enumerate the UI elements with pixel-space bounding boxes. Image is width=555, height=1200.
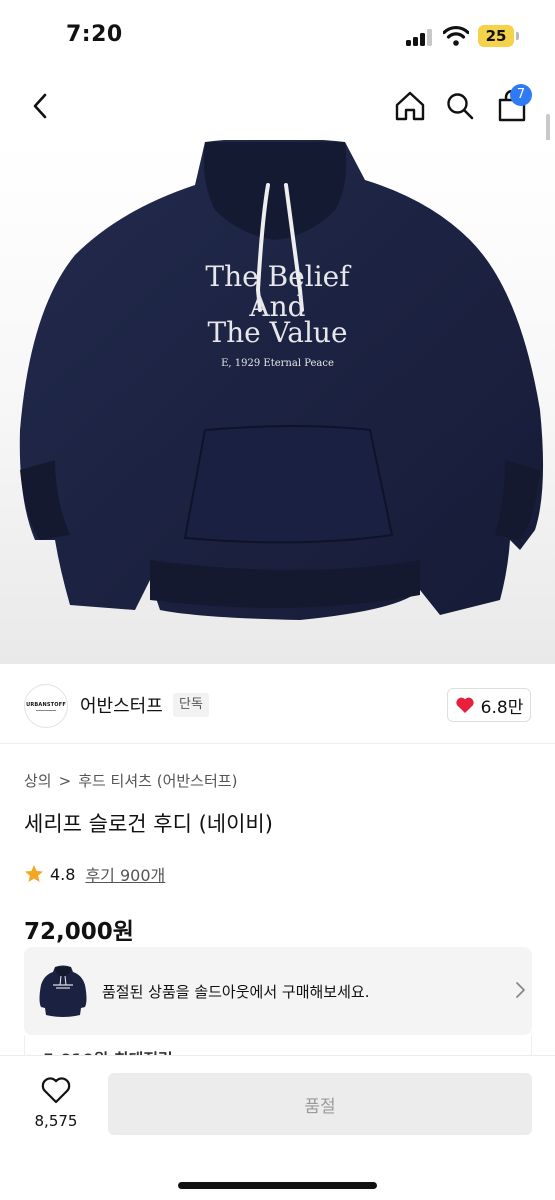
rating-score: 4.8: [50, 864, 76, 884]
search-button[interactable]: [438, 84, 482, 128]
brand-like-count: 6.8만: [480, 697, 524, 718]
hoodie-illustration: [19, 140, 544, 620]
brand-logo-divider: [36, 709, 56, 711]
brand-logo[interactable]: URBANSTOFF: [24, 684, 68, 728]
exclusive-tag: 단독: [173, 693, 209, 717]
wifi-icon: [443, 25, 469, 46]
home-icon: [395, 91, 425, 121]
cart-count-badge: 7: [510, 84, 532, 106]
product-price: 72,000원: [24, 919, 134, 945]
status-time: 7:20: [66, 22, 123, 47]
wishlist-count: 8,575: [34, 1112, 78, 1130]
print-line-4: E, 1929 Eternal Peace: [221, 358, 334, 369]
top-navigation: [0, 74, 555, 140]
breadcrumb-subcategory[interactable]: 후드 티셔츠 (어반스터프): [78, 770, 237, 791]
brand-row[interactable]: URBANSTOFF 어반스터프 단독 6.8만: [0, 678, 555, 744]
product-image[interactable]: The Belief And The Value E, 1929 Eternal…: [0, 140, 555, 664]
brand-logo-text: URBANSTOFF: [26, 701, 66, 708]
battery-tip: [516, 32, 519, 40]
home-indicator[interactable]: [178, 1182, 377, 1189]
soldout-banner[interactable]: 품절된 상품을 솔드아웃에서 구매해보세요.: [24, 947, 532, 1035]
home-button[interactable]: [388, 84, 432, 128]
breadcrumb-category[interactable]: 상의: [24, 770, 52, 791]
rating-row: 4.8 후기 900개: [24, 862, 165, 886]
chevron-left-icon: [33, 93, 47, 119]
print-line-3: The Value: [207, 316, 348, 349]
bottom-action-bar: 8,575 품절: [0, 1055, 555, 1200]
print-line-1: The Belief: [205, 260, 350, 293]
product-title: 세리프 슬로건 후디 (네이비): [24, 812, 273, 836]
brand-like-button[interactable]: 6.8만: [447, 688, 531, 722]
star-icon: [25, 865, 43, 882]
cellular-signal-icon: [406, 28, 434, 46]
heart-icon: [456, 697, 474, 713]
soldout-banner-text: 품절된 상품을 솔드아웃에서 구매해보세요.: [102, 983, 370, 1001]
search-icon: [447, 93, 474, 120]
chevron-right-icon: [516, 982, 525, 998]
status-bar: 7:20 25: [0, 0, 555, 74]
hoodie-thumbnail: [39, 965, 87, 1017]
brand-name[interactable]: 어반스터프: [80, 692, 163, 718]
heart-outline-icon: [41, 1077, 71, 1104]
wishlist-button[interactable]: 8,575: [24, 1076, 88, 1136]
review-link[interactable]: 후기 900개: [85, 862, 165, 886]
battery-level: 25: [478, 25, 514, 47]
breadcrumb: 상의 > 후드 티셔츠 (어반스터프): [24, 770, 237, 791]
soldout-button[interactable]: 품절: [108, 1073, 532, 1135]
breadcrumb-separator: >: [58, 771, 72, 790]
back-button[interactable]: [18, 84, 62, 128]
